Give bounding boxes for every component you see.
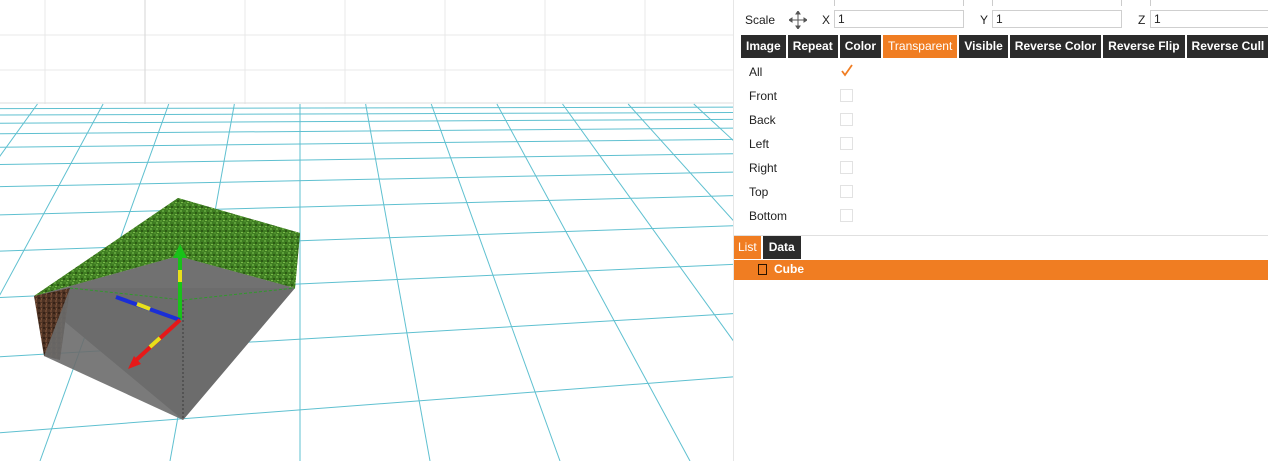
scale-x-label: X — [822, 13, 831, 27]
tab-list[interactable]: List — [734, 236, 761, 259]
properties-panel: Scale X 1 Y 1 Z 1 Image Repeat Color Transp… — [733, 0, 1268, 461]
scene-tabs: List Data — [734, 236, 803, 259]
background-grid — [0, 0, 733, 104]
face-row-front: Front — [734, 84, 1268, 108]
face-checkbox-back[interactable] — [840, 113, 853, 126]
tab-reverse-cull[interactable]: Reverse Cull — [1186, 35, 1268, 58]
face-checkbox-left[interactable] — [840, 137, 853, 150]
face-label: All — [749, 65, 763, 79]
check-icon — [841, 64, 853, 77]
tab-reverse-color[interactable]: Reverse Color — [1009, 35, 1102, 58]
face-checkbox-all[interactable] — [840, 64, 853, 78]
scale-y-label: Y — [980, 13, 989, 27]
face-row-back: Back — [734, 108, 1268, 132]
face-row-left: Left — [734, 132, 1268, 156]
position-z-input[interactable] — [1150, 0, 1268, 6]
transparent-face-list: All Front Back Left Right Top Bottom — [734, 60, 1268, 228]
scale-z-label: Z — [1138, 13, 1146, 27]
tab-visible[interactable]: Visible — [959, 35, 1008, 58]
face-label: Right — [749, 161, 778, 175]
face-row-right: Right — [734, 156, 1268, 180]
face-label: Front — [749, 89, 778, 103]
face-label: Top — [749, 185, 769, 199]
material-tabs: Image Repeat Color Transparent Visible Revers… — [741, 35, 1268, 58]
face-label: Back — [749, 113, 776, 127]
position-row-partial — [734, 0, 1268, 6]
tab-data[interactable]: Data — [762, 236, 801, 259]
tab-color[interactable]: Color — [839, 35, 882, 58]
face-checkbox-top[interactable] — [840, 185, 853, 198]
tab-transparent[interactable]: Transparent — [883, 35, 958, 58]
scale-label: Scale — [745, 13, 776, 27]
face-row-all: All — [734, 60, 1268, 84]
cube-front-face — [44, 288, 295, 420]
face-checkbox-front[interactable] — [840, 89, 853, 102]
position-y-input[interactable] — [992, 0, 1122, 6]
scale-y-input[interactable]: 1 — [992, 10, 1122, 28]
face-label: Bottom — [749, 209, 788, 223]
3d-viewport[interactable] — [0, 0, 733, 461]
scene-canvas[interactable] — [0, 0, 733, 461]
face-checkbox-bottom[interactable] — [840, 209, 853, 222]
face-checkbox-right[interactable] — [840, 161, 853, 174]
cube-mesh[interactable] — [34, 198, 300, 420]
tab-reverse-flip[interactable]: Reverse Flip — [1103, 35, 1185, 58]
face-row-bottom: Bottom — [734, 204, 1268, 228]
face-label: Left — [749, 137, 770, 151]
scale-row: Scale X 1 Y 1 Z 1 — [734, 9, 1268, 31]
divider — [734, 235, 1268, 236]
cube-icon — [758, 264, 767, 275]
move-arrows-icon[interactable] — [789, 11, 807, 29]
scale-z-input[interactable]: 1 — [1150, 10, 1268, 28]
scale-x-input[interactable]: 1 — [834, 10, 964, 28]
tab-image[interactable]: Image — [741, 35, 786, 58]
tab-repeat[interactable]: Repeat — [787, 35, 838, 58]
position-x-input[interactable] — [834, 0, 964, 6]
face-row-top: Top — [734, 180, 1268, 204]
tree-item-cube[interactable]: Cube — [734, 260, 1268, 280]
tree-item-label: Cube — [774, 262, 804, 276]
